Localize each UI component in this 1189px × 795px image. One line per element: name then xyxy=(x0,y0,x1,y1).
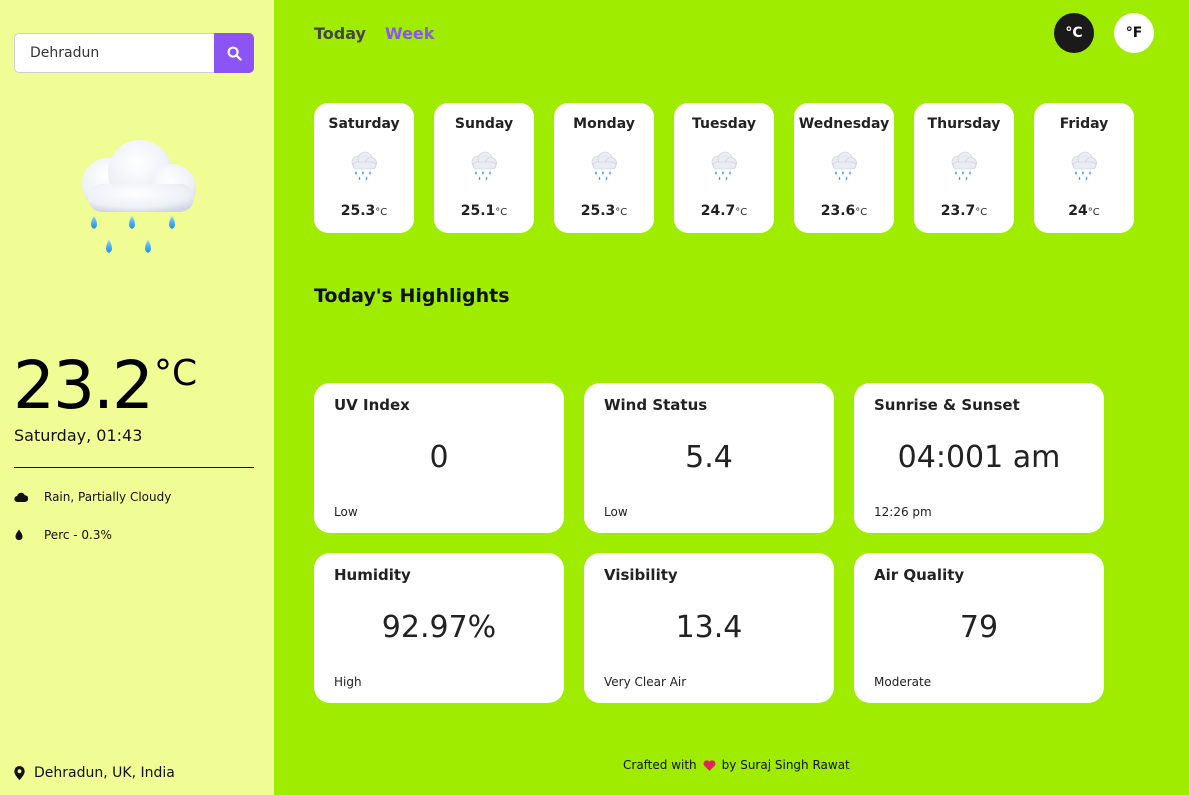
day-card: Thursday 23.7°C xyxy=(914,103,1014,233)
day-temp-value: 23.7 xyxy=(940,203,976,219)
day-name: Wednesday xyxy=(798,116,890,132)
day-card: Friday 24°C xyxy=(1034,103,1134,233)
day-name: Sunday xyxy=(454,116,514,132)
day-temp-value: 23.6 xyxy=(820,203,856,219)
cloud-rain-icon xyxy=(82,140,196,253)
search-bar xyxy=(14,33,254,73)
day-temp: 25.1°C xyxy=(434,203,534,219)
card-value: 04:001 am xyxy=(897,440,1061,475)
card-status: High xyxy=(334,675,362,689)
footer: Crafted with by Suraj Singh Rawat xyxy=(623,758,850,772)
cloud-rain-icon xyxy=(831,151,857,181)
card-status: Very Clear Air xyxy=(604,675,687,689)
current-temp-unit: °C xyxy=(153,353,198,394)
day-temp-value: 24.7 xyxy=(700,203,736,219)
day-temp-unit: °C xyxy=(855,207,868,218)
day-card: Sunday 25.1°C xyxy=(434,103,534,233)
cloud-rain-icon xyxy=(711,151,737,181)
humidity-card: Humidity 92.97% High xyxy=(314,553,564,703)
condition-row: Rain, Partially Cloudy xyxy=(14,490,171,504)
uv-index-card: UV Index 0 Low xyxy=(314,383,564,533)
card-title: Air Quality xyxy=(874,566,965,584)
card-status: Moderate xyxy=(874,675,932,689)
day-card: Tuesday 24.7°C xyxy=(674,103,774,233)
day-card: Saturday 25.3°C xyxy=(314,103,414,233)
card-value: 13.4 xyxy=(675,610,743,645)
day-temp-unit: °C xyxy=(615,207,628,218)
location-text: Dehradun, UK, India xyxy=(34,765,175,781)
card-title: Humidity xyxy=(334,566,411,584)
card-value: 92.97% xyxy=(381,610,497,645)
current-temp-value: 23.2 xyxy=(13,347,154,424)
day-name: Friday xyxy=(1059,116,1109,132)
fahrenheit-button[interactable]: °F xyxy=(1114,13,1154,53)
search-button[interactable] xyxy=(214,33,254,73)
card-value: 0 xyxy=(429,440,449,475)
day-temp-value: 25.1 xyxy=(460,203,496,219)
card-title: UV Index xyxy=(334,396,410,414)
cloud-rain-icon xyxy=(471,151,497,181)
day-temp: 23.7°C xyxy=(914,203,1014,219)
search-icon xyxy=(227,46,242,61)
card-title: Visibility xyxy=(604,566,678,584)
precipitation-row: Perc - 0.3% xyxy=(14,528,112,542)
wind-status-card: Wind Status 5.4 Low xyxy=(584,383,834,533)
sunrise-sunset-card: Sunrise & Sunset 04:001 am 12:26 pm xyxy=(854,383,1104,533)
day-temp: 23.6°C xyxy=(794,203,894,219)
day-temp: 24.7°C xyxy=(674,203,774,219)
day-temp-value: 24 xyxy=(1068,203,1088,219)
day-name: Monday xyxy=(573,116,635,132)
card-value: 5.4 xyxy=(685,440,733,475)
day-temp-value: 25.3 xyxy=(580,203,616,219)
cloud-rain-icon xyxy=(951,151,977,181)
divider xyxy=(14,467,254,468)
air-quality-card: Air Quality 79 Moderate xyxy=(854,553,1104,703)
day-temp-unit: °C xyxy=(1087,207,1100,218)
location: Dehradun, UK, India xyxy=(14,765,175,781)
cloud-icon xyxy=(14,492,28,502)
card-status: Low xyxy=(604,505,628,519)
day-name: Saturday xyxy=(328,116,400,132)
celsius-button[interactable]: °C xyxy=(1054,13,1094,53)
map-pin-icon xyxy=(14,766,25,780)
tab-today[interactable]: Today xyxy=(314,24,366,43)
cloud-rain-icon xyxy=(1071,151,1097,181)
day-temp-unit: °C xyxy=(495,207,508,218)
current-datetime: Saturday, 01:43 xyxy=(14,426,143,445)
footer-prefix: Crafted with xyxy=(623,758,697,772)
day-card: Monday 25.3°C xyxy=(554,103,654,233)
day-temp: 24°C xyxy=(1034,203,1134,219)
cloud-rain-icon xyxy=(591,151,617,181)
sidebar: 23.2 °C Saturday, 01:43 Rain, Partially … xyxy=(0,0,274,795)
visibility-card: Visibility 13.4 Very Clear Air xyxy=(584,553,834,703)
card-title: Sunrise & Sunset xyxy=(874,396,1020,414)
highlights-title: Today's Highlights xyxy=(314,285,510,307)
day-temp-value: 25.3 xyxy=(340,203,376,219)
day-temp-unit: °C xyxy=(975,207,988,218)
precipitation-text: Perc - 0.3% xyxy=(44,528,112,542)
day-temp-unit: °C xyxy=(735,207,748,218)
card-title: Wind Status xyxy=(604,396,708,414)
card-value: 79 xyxy=(959,610,999,645)
search-input[interactable] xyxy=(14,33,214,73)
day-temp-unit: °C xyxy=(375,207,388,218)
drop-icon xyxy=(15,529,23,541)
day-card: Wednesday 23.6°C xyxy=(794,103,894,233)
heart-icon xyxy=(703,759,716,771)
current-temperature: 23.2 °C xyxy=(13,346,197,426)
card-status: Low xyxy=(334,505,358,519)
condition-text: Rain, Partially Cloudy xyxy=(44,490,172,504)
tab-week[interactable]: Week xyxy=(385,24,434,43)
day-temp: 25.3°C xyxy=(314,203,414,219)
cloud-rain-icon xyxy=(351,151,377,181)
day-temp: 25.3°C xyxy=(554,203,654,219)
footer-author: by Suraj Singh Rawat xyxy=(721,758,850,772)
day-name: Tuesday xyxy=(692,116,756,132)
day-name: Thursday xyxy=(927,116,1001,132)
card-status: 12:26 pm xyxy=(874,505,932,519)
